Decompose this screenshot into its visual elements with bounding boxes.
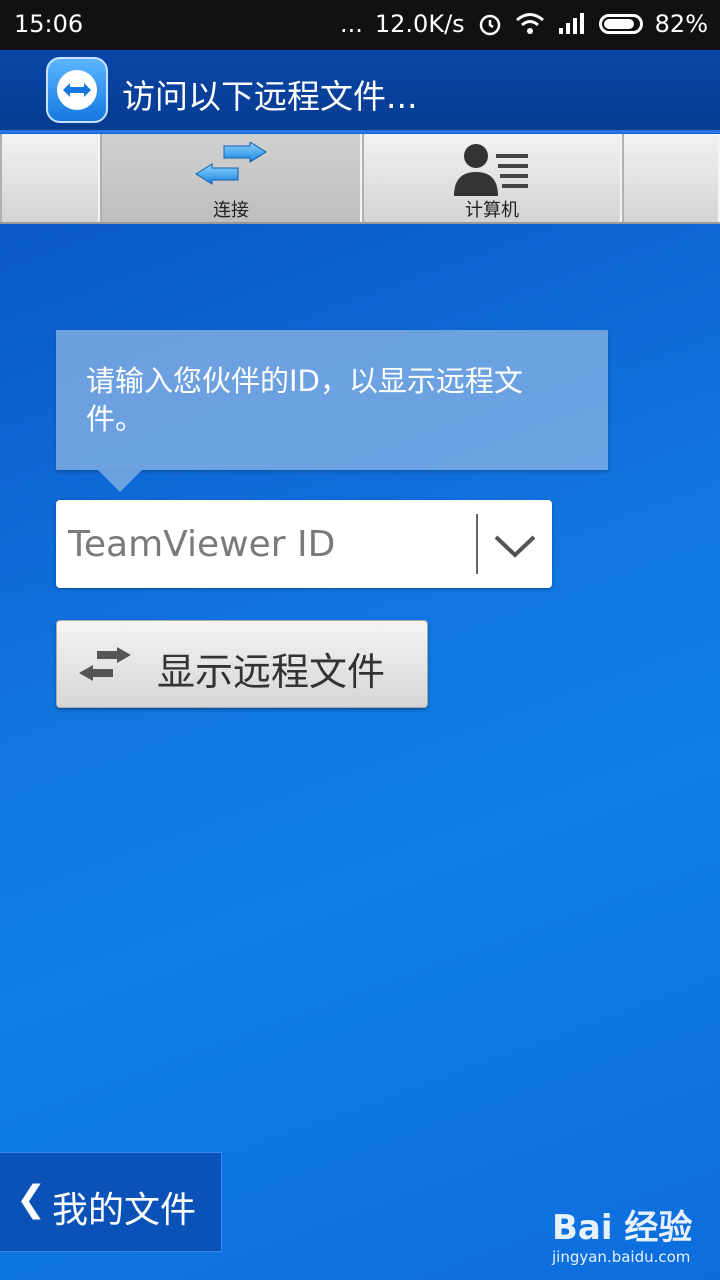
network-speed: 12.0K/s [374,10,465,38]
tab-connect-label: 连接 [213,200,249,221]
tab-computers[interactable]: 计算机 [362,134,622,222]
status-bar: 15:06 ... 12.0K/s 82% [0,0,720,50]
status-right: ... 12.0K/s 82% [340,10,708,38]
chevron-down-icon [494,535,536,558]
contact-list-icon [454,144,528,196]
logo-arrows-icon [63,83,91,97]
my-files-label: 我的文件 [52,1190,197,1231]
baidu-watermark: Bai 经验 jingyan.baidu.com [552,1200,693,1266]
tab-spacer-right [622,134,720,222]
cell-signal-icon [558,13,584,34]
battery-icon [598,14,643,34]
status-dots: ... [340,10,363,38]
my-files-button[interactable]: ❮ 我的文件 [0,1152,222,1252]
watermark-brand: Bai 经验 [552,1208,693,1248]
alarm-icon [479,14,500,36]
tab-computers-label: 计算机 [465,200,519,221]
partner-id-field[interactable] [56,500,552,588]
app-bar: 访问以下远程文件... [0,50,720,133]
teamviewer-id-input[interactable] [56,500,476,588]
battery-percent: 82% [654,10,708,38]
field-divider [476,514,478,574]
page-title: 访问以下远程文件... [122,77,418,116]
show-remote-files-button[interactable]: 显示远程文件 [56,620,428,708]
hint-tooltip: 请输入您伙伴的ID，以显示远程文件。 [56,330,608,470]
swap-arrows-icon [79,647,131,681]
tab-connect[interactable]: 连接 [100,134,362,222]
tab-spacer-left [0,134,100,222]
id-history-dropdown[interactable] [486,518,544,574]
main-content: 请输入您伙伴的ID，以显示远程文件。 显示远程文件 ❮ 我的文件 Bai 经验 … [0,224,720,1280]
show-remote-files-label: 显示远程文件 [157,650,386,694]
watermark-url: jingyan.baidu.com [552,1248,691,1266]
connect-arrows-icon [195,142,267,185]
status-time: 15:06 [14,10,84,38]
tooltip-arrow [98,470,142,492]
tab-bar: 连接 计算机 [0,134,720,224]
wifi-icon [515,13,544,34]
teamviewer-logo-icon[interactable] [46,57,108,123]
chevron-left-icon: ❮ [16,1179,47,1220]
